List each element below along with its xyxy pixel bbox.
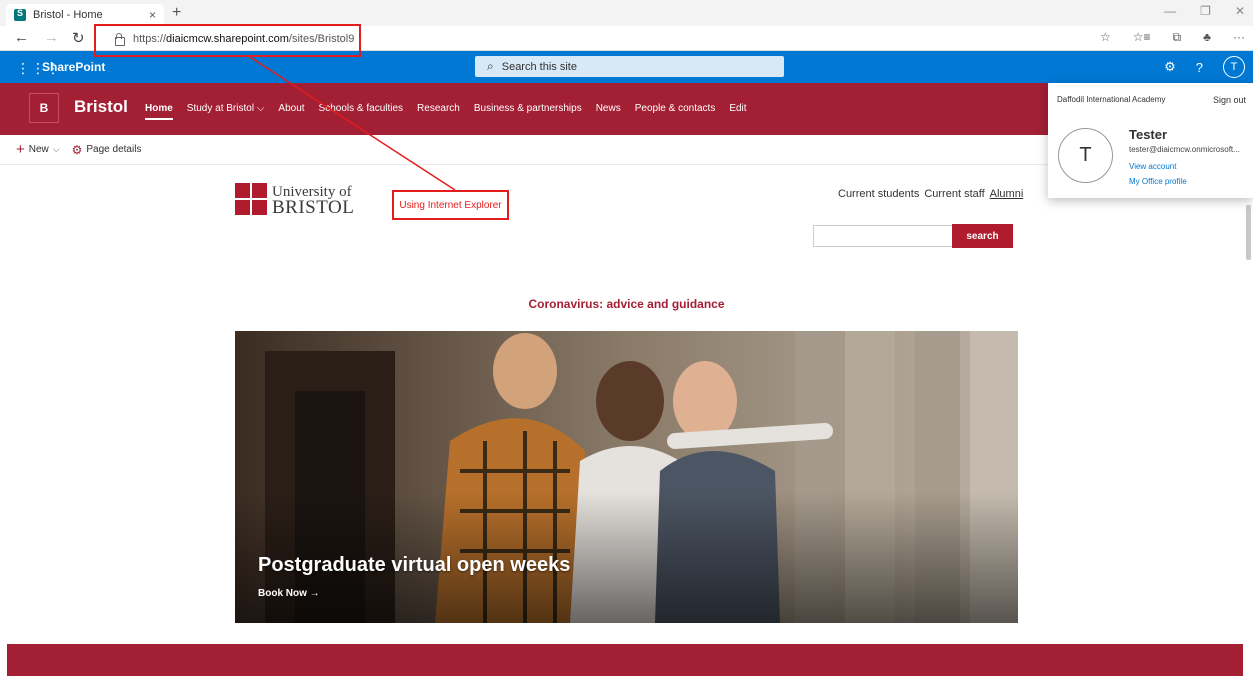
covid-heading-link[interactable]: Coronavirus: advice and guidance	[0, 297, 1253, 311]
url-field[interactable]: https://diaicmcw.sharepoint.com/sites/Br…	[94, 29, 1094, 48]
alumni-link[interactable]: Alumni	[990, 188, 1024, 200]
forward-arrow-icon[interactable]: →	[44, 29, 59, 46]
organization-name: Daffodil International Academy	[1057, 95, 1166, 104]
tab-title: Bristol - Home	[33, 9, 103, 21]
favorites-list-icon[interactable]: ☆≡	[1133, 30, 1151, 45]
office-profile-link[interactable]: My Office profile	[1129, 177, 1187, 186]
refresh-icon[interactable]: ↻	[72, 29, 85, 47]
footer-banner	[7, 644, 1243, 676]
scrollbar-thumb[interactable]	[1246, 205, 1251, 260]
hero-title: Postgraduate virtual open weeks	[258, 554, 571, 576]
chevron-down-icon[interactable]: ⌵	[53, 144, 60, 155]
nav-people-contacts[interactable]: People & contacts	[635, 103, 716, 120]
site-logo[interactable]: B	[29, 93, 59, 123]
nav-home[interactable]: Home	[145, 103, 173, 120]
logo-line2: BRISTOL	[272, 196, 355, 218]
browser-tab[interactable]: Bristol - Home ×	[6, 4, 164, 26]
more-menu-icon[interactable]: ···	[1233, 30, 1245, 45]
address-bar: ← → ↻ https://diaicmcw.sharepoint.com/si…	[0, 26, 1253, 51]
search-icon: ⌕	[487, 59, 494, 73]
nav-research[interactable]: Research	[417, 103, 460, 120]
search-placeholder: Search this site	[501, 60, 577, 73]
gear-icon: ⚙	[71, 142, 83, 157]
new-tab-button[interactable]: +	[172, 4, 181, 22]
profile-icon[interactable]: ♣	[1203, 30, 1211, 45]
favorite-star-icon[interactable]: ☆	[1100, 30, 1111, 45]
account-email: tester@diaicmcw.onmicrosoft...	[1129, 145, 1240, 154]
avatar: T	[1058, 128, 1113, 183]
sign-out-link[interactable]: Sign out	[1213, 95, 1246, 105]
page-details-button[interactable]: Page details	[86, 144, 141, 155]
audience-links: Current students Current staff Alumni	[838, 188, 1023, 200]
account-flyout: Daffodil International Academy Sign out …	[1048, 83, 1253, 198]
hero-image	[235, 331, 1018, 623]
account-name: Tester	[1129, 127, 1168, 142]
sharepoint-brand[interactable]: SharePoint	[42, 60, 105, 74]
nav-business-partnerships[interactable]: Business & partnerships	[474, 103, 582, 120]
avatar[interactable]: T	[1223, 56, 1245, 78]
url-prefix: https://	[133, 32, 167, 45]
view-account-link[interactable]: View account	[1129, 162, 1176, 171]
close-window-button[interactable]: ✕	[1235, 4, 1245, 18]
site-title[interactable]: Bristol	[74, 97, 128, 117]
hero-banner[interactable]: Postgraduate virtual open weeks Book Now…	[235, 331, 1018, 623]
restore-button[interactable]: ❐	[1200, 4, 1211, 18]
help-icon[interactable]: ?	[1196, 60, 1203, 75]
site-search-box[interactable]: ⌕ Search this site	[475, 56, 784, 77]
minimize-button[interactable]: —	[1164, 4, 1176, 18]
university-logo[interactable]: University of BRISTOL	[235, 183, 355, 218]
url-host: diaicmcw.sharepoint.com	[166, 32, 289, 45]
book-now-link[interactable]: Book Now →	[258, 588, 320, 599]
site-navigation: Home Study at Bristol ⌵ About Schools & …	[145, 103, 761, 120]
nav-news[interactable]: News	[596, 103, 621, 120]
new-button[interactable]: New	[29, 144, 49, 155]
sharepoint-favicon-icon	[14, 8, 26, 21]
search-button[interactable]: search	[952, 224, 1013, 248]
current-staff-link[interactable]: Current staff	[924, 188, 984, 200]
tab-close-icon[interactable]: ×	[149, 8, 156, 22]
collections-icon[interactable]: ⧉	[1173, 30, 1182, 45]
crest-icon	[235, 183, 268, 216]
nav-about[interactable]: About	[278, 103, 304, 120]
gear-icon[interactable]: ⚙	[1164, 59, 1176, 75]
nav-edit[interactable]: Edit	[729, 103, 746, 120]
browser-tab-strip: Bristol - Home × + — ❐ ✕	[0, 0, 1253, 26]
plus-icon: +	[16, 141, 25, 158]
search-input[interactable]	[813, 225, 953, 247]
lock-icon	[114, 33, 125, 46]
nav-schools-faculties[interactable]: Schools & faculties	[319, 103, 404, 120]
suite-bar: ⋮⋮⋮ SharePoint ⌕ Search this site ⚙ ? T	[0, 51, 1253, 83]
back-arrow-icon[interactable]: ←	[14, 29, 29, 46]
annotation-label: Using Internet Explorer	[392, 190, 509, 220]
url-path: /sites/Bristol9	[288, 32, 355, 45]
current-students-link[interactable]: Current students	[838, 188, 919, 200]
nav-study-at-bristol[interactable]: Study at Bristol ⌵	[187, 103, 265, 120]
